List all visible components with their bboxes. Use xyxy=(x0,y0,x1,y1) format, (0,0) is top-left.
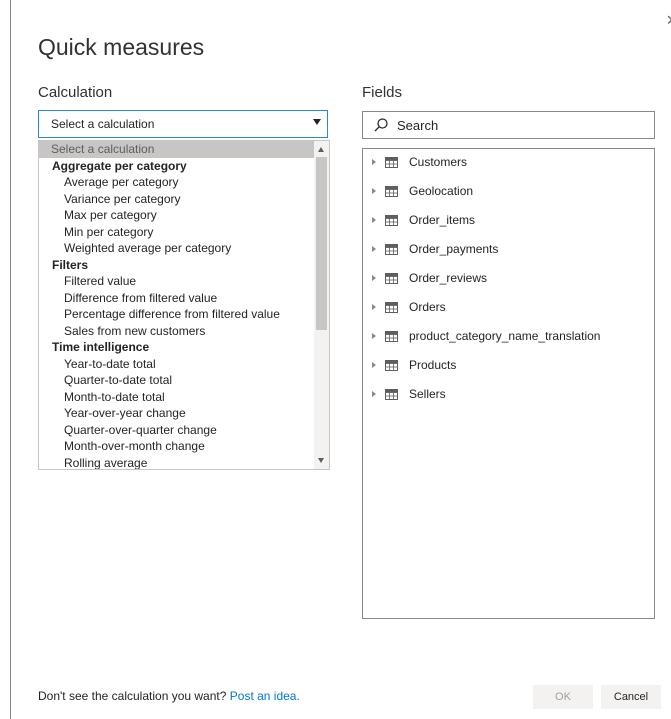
calculation-option[interactable]: Year-to-date total xyxy=(39,356,315,373)
expand-chevron-icon[interactable] xyxy=(372,159,376,165)
expand-chevron-icon[interactable] xyxy=(372,246,376,252)
field-table-name: Products xyxy=(409,358,457,372)
field-table-row[interactable]: Order_items xyxy=(363,211,654,231)
search-icon xyxy=(374,118,388,132)
table-icon xyxy=(385,244,398,255)
option-group-header: Time intelligence xyxy=(52,340,150,354)
calculation-options: Select a calculation Aggregate per catego… xyxy=(39,141,315,470)
field-table-row[interactable]: Sellers xyxy=(363,385,654,405)
footer-message: Don't see the calculation you want? Post… xyxy=(38,689,300,703)
expand-chevron-icon[interactable] xyxy=(372,362,376,368)
fields-label: Fields xyxy=(362,84,403,101)
expand-chevron-icon[interactable] xyxy=(372,275,376,281)
field-table-row[interactable]: product_category_name_translation xyxy=(363,327,654,347)
calculation-option[interactable]: Min per category xyxy=(39,224,315,241)
expand-chevron-icon[interactable] xyxy=(372,333,376,339)
post-an-idea-link[interactable]: Post an idea. xyxy=(230,689,300,703)
calculation-option[interactable]: Quarter-over-quarter change xyxy=(39,422,315,439)
calculation-option[interactable]: Average per category xyxy=(39,174,315,191)
field-table-row[interactable]: Geolocation xyxy=(363,182,654,202)
scroll-up-icon[interactable] xyxy=(318,147,324,152)
fields-pane: Customers Geolocation Order_items Order_pay… xyxy=(362,148,655,619)
calculation-options-list[interactable]: Select a calculation Aggregate per catego… xyxy=(38,140,330,470)
list-scrollbar[interactable] xyxy=(314,141,329,469)
table-icon xyxy=(385,186,398,197)
table-icon xyxy=(385,215,398,226)
calculation-label: Calculation xyxy=(38,84,113,101)
calculation-option[interactable]: Month-to-date total xyxy=(39,389,315,406)
option-group-header: Aggregate per category xyxy=(52,158,187,173)
calculation-dropdown-value: Select a calculation xyxy=(51,117,155,131)
scroll-down-icon[interactable] xyxy=(318,458,324,463)
field-table-name: Sellers xyxy=(409,387,446,401)
option-group-header: Filters xyxy=(52,257,89,272)
calculation-option[interactable]: Rolling average xyxy=(39,455,315,470)
calculation-option[interactable]: Percentage difference from filtered valu… xyxy=(39,306,315,323)
table-icon xyxy=(385,389,398,400)
calculation-option[interactable]: Year-over-year change xyxy=(39,405,315,422)
table-icon xyxy=(385,273,398,284)
calculation-option[interactable]: Max per category xyxy=(39,207,315,224)
table-icon xyxy=(385,331,398,342)
expand-chevron-icon[interactable] xyxy=(372,304,376,310)
footer-prompt: Don't see the calculation you want? xyxy=(38,689,227,703)
cancel-button[interactable]: Cancel xyxy=(601,685,661,709)
table-icon xyxy=(385,360,398,371)
dialog-title: Quick measures xyxy=(38,34,205,60)
field-table-row[interactable]: Customers xyxy=(363,153,654,173)
close-icon[interactable]: × xyxy=(666,10,671,31)
table-icon xyxy=(385,302,398,313)
field-table-name: Order_payments xyxy=(409,242,499,256)
chevron-down-icon xyxy=(313,119,321,125)
scroll-thumb[interactable] xyxy=(316,157,327,330)
field-table-name: Orders xyxy=(409,300,446,314)
expand-chevron-icon[interactable] xyxy=(372,188,376,194)
dialog-left-border xyxy=(10,0,11,719)
calculation-dropdown[interactable]: Select a calculation xyxy=(38,110,328,138)
expand-chevron-icon[interactable] xyxy=(372,217,376,223)
field-table-row[interactable]: Products xyxy=(363,356,654,376)
search-placeholder: Search xyxy=(397,118,439,133)
field-table-row[interactable]: Order_payments xyxy=(363,240,654,260)
calculation-option[interactable]: Difference from filtered value xyxy=(39,290,315,307)
field-table-name: product_category_name_translation xyxy=(409,329,601,343)
calculation-option[interactable]: Weighted average per category xyxy=(39,240,315,257)
calculation-option[interactable]: Sales from new customers xyxy=(39,323,315,340)
table-icon xyxy=(385,157,398,168)
fields-search-box[interactable]: Search xyxy=(362,111,655,139)
calculation-option[interactable]: Variance per category xyxy=(39,191,315,208)
calculation-option[interactable]: Quarter-to-date total xyxy=(39,372,315,389)
field-table-name: Geolocation xyxy=(409,184,474,198)
field-table-name: Customers xyxy=(409,155,468,169)
calculation-option[interactable]: Filtered value xyxy=(39,273,315,290)
field-table-name: Order_items xyxy=(409,213,476,227)
field-table-name: Order_reviews xyxy=(409,271,488,285)
field-table-row[interactable]: Order_reviews xyxy=(363,269,654,289)
ok-button[interactable]: OK xyxy=(533,685,593,709)
option-placeholder[interactable]: Select a calculation xyxy=(39,141,315,158)
expand-chevron-icon[interactable] xyxy=(372,391,376,397)
calculation-option[interactable]: Month-over-month change xyxy=(39,438,315,455)
field-table-row[interactable]: Orders xyxy=(363,298,654,318)
